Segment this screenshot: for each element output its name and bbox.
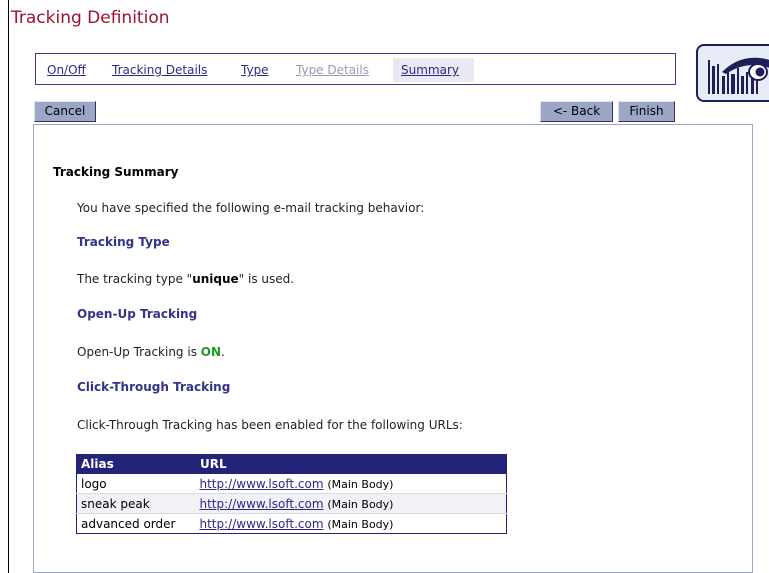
back-button[interactable]: <- Back (540, 101, 613, 122)
open-up-tracking-heading: Open-Up Tracking (77, 307, 198, 321)
url-link[interactable]: http://www.lsoft.com (200, 497, 324, 511)
wizard-tab-bar: On/Off Tracking Details Type Type Detail… (35, 53, 676, 85)
table-row: sneak peak http://www.lsoft.com (Main Bo… (76, 493, 507, 514)
url-note: (Main Body) (327, 497, 394, 511)
tab-type-details: Type Details (296, 63, 369, 77)
url-cell: http://www.lsoft.com (Main Body) (195, 513, 507, 534)
cancel-button[interactable]: Cancel (34, 101, 96, 122)
eye-barcode-logo-icon (696, 44, 769, 102)
tab-summary[interactable]: Summary (401, 63, 459, 77)
tab-on-off[interactable]: On/Off (47, 63, 86, 77)
tracking-type-text: The tracking type "unique" is used. (77, 272, 294, 286)
url-cell: http://www.lsoft.com (Main Body) (195, 473, 507, 494)
table-row: logo http://www.lsoft.com (Main Body) (76, 473, 507, 494)
tracking-type-value: unique (192, 272, 239, 286)
tracking-type-suffix: " is used. (238, 272, 295, 286)
table-row: advanced order http://www.lsoft.com (Mai… (76, 513, 507, 534)
alias-cell: advanced order (76, 513, 196, 534)
click-through-tracking-heading: Click-Through Tracking (77, 380, 231, 394)
column-header-alias: Alias (76, 454, 196, 474)
tracking-type-heading: Tracking Type (77, 235, 170, 249)
open-up-status: ON (200, 345, 222, 359)
page-title: Tracking Definition (11, 8, 170, 28)
url-table: Alias URL logo http://www.lsoft.com (Mai… (76, 454, 507, 534)
column-header-url: URL (195, 454, 507, 474)
tab-type[interactable]: Type (241, 63, 269, 77)
tracking-summary-heading: Tracking Summary (53, 165, 179, 179)
url-cell: http://www.lsoft.com (Main Body) (195, 493, 507, 514)
tracking-type-prefix: The tracking type " (77, 272, 193, 286)
open-up-suffix: . (221, 345, 225, 359)
url-note: (Main Body) (327, 517, 394, 531)
url-note: (Main Body) (327, 477, 394, 491)
intro-text: You have specified the following e-mail … (77, 201, 425, 215)
url-link[interactable]: http://www.lsoft.com (200, 517, 324, 531)
url-table-header: Alias URL (76, 454, 507, 474)
alias-cell: sneak peak (76, 493, 196, 514)
alias-cell: logo (76, 473, 196, 494)
finish-button[interactable]: Finish (618, 101, 675, 122)
window-left-border (8, 0, 9, 573)
url-link[interactable]: http://www.lsoft.com (200, 477, 324, 491)
tab-tracking-details[interactable]: Tracking Details (112, 63, 207, 77)
click-through-text: Click-Through Tracking has been enabled … (77, 418, 463, 432)
open-up-prefix: Open-Up Tracking is (77, 345, 201, 359)
open-up-tracking-text: Open-Up Tracking is ON. (77, 345, 225, 359)
